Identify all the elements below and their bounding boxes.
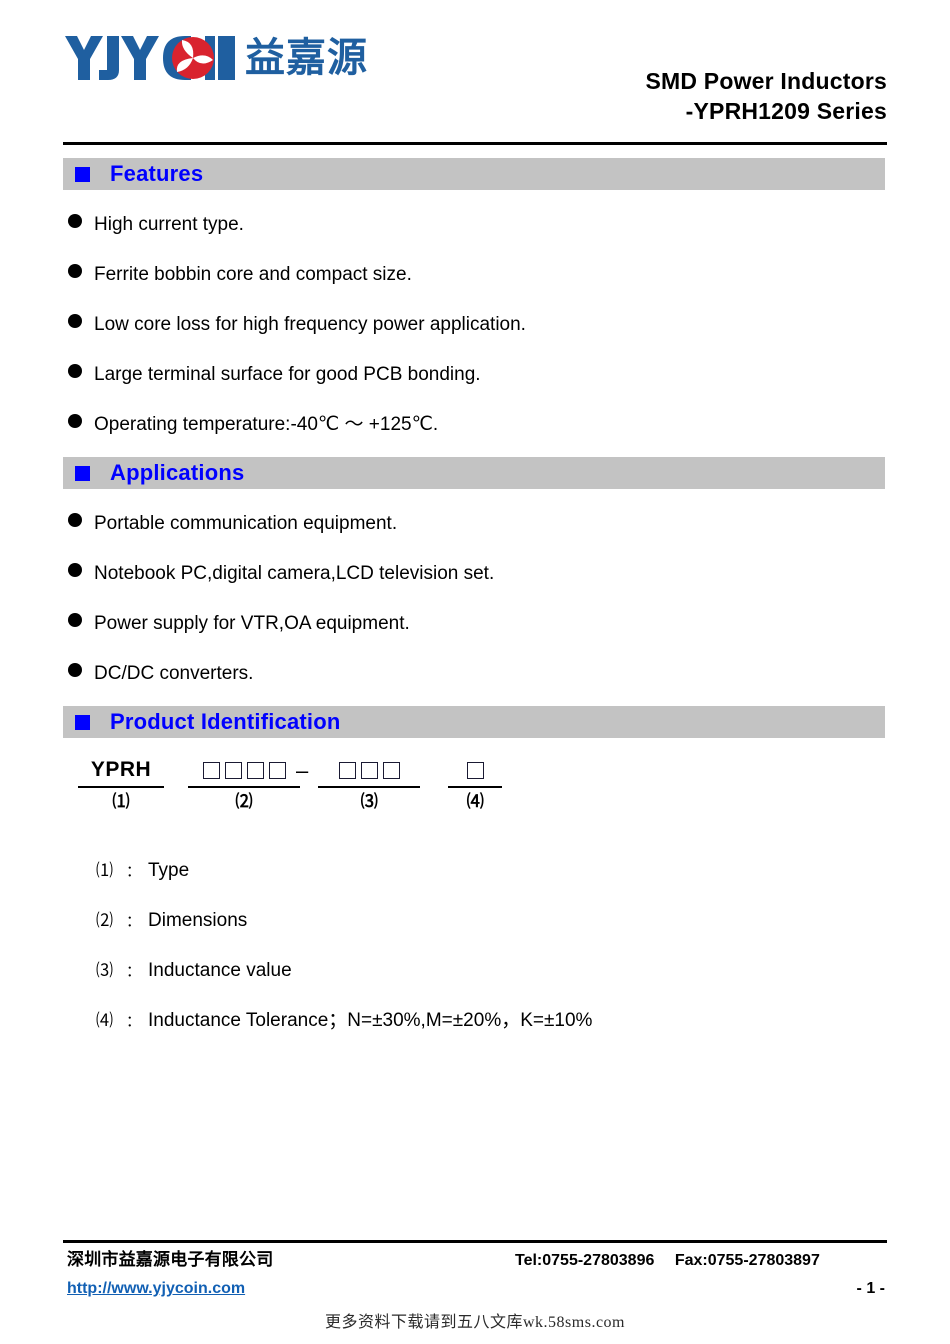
code-box: [466, 761, 484, 779]
list-item-label: Ferrite bobbin core and compact size.: [94, 264, 412, 285]
legend-label: Inductance value: [148, 960, 292, 981]
download-watermark: 更多资料下载请到五八文库wk.58sms.com: [324, 1314, 625, 1331]
company-logo: 益嘉源: [63, 30, 368, 86]
yjycoin-logo-icon: [63, 30, 235, 86]
page-title: SMD Power Inductors -YPRH1209 Series: [646, 66, 888, 126]
legend-item: ⑴ ： Type: [96, 858, 876, 908]
section-header-features: Features: [63, 158, 885, 190]
page-title-line1: SMD Power Inductors: [645, 68, 887, 94]
list-item: Portable communication equipment.: [68, 511, 888, 561]
datasheet-page: 益嘉源 SMD Power Inductors -YPRH1209 Series…: [0, 0, 950, 1344]
legend-ref-number: ⑴: [96, 861, 113, 880]
code-box: [202, 761, 220, 779]
part-number-ref-label: ⑵: [235, 792, 253, 811]
legend-colon: ：: [126, 863, 142, 880]
bullet-dot-icon: [68, 414, 82, 428]
part-number-diagram: YPRH ⑴ ⑵ – ⑶ ⑷: [78, 757, 524, 812]
part-number-legend: ⑴ ： Type ⑵ ： Dimensions ⑶ ： Inductance v…: [96, 858, 876, 1058]
legend-label: Inductance Tolerance；N=±30%,M=±20%，K=±10…: [148, 1010, 593, 1031]
list-item: Ferrite bobbin core and compact size.: [68, 262, 888, 312]
code-box: [338, 761, 356, 779]
part-number-slot: [448, 757, 503, 788]
legend-label: Dimensions: [148, 910, 248, 931]
list-item-label: Low core loss for high frequency power a…: [94, 314, 526, 335]
applications-list: Portable communication equipment. Notebo…: [68, 511, 888, 711]
section-title-features: Features: [110, 161, 204, 186]
footer-tel: Tel:0755-27803896: [515, 1252, 655, 1269]
part-number-ref-label: ⑴: [112, 792, 130, 811]
features-list: High current type. Ferrite bobbin core a…: [68, 212, 888, 462]
legend-label: Type: [148, 860, 190, 881]
legend-ref-number: ⑵: [96, 911, 113, 930]
bullet-dot-icon: [68, 563, 82, 577]
page-title-line2: -YPRH1209 Series: [685, 98, 887, 124]
legend-colon: ：: [126, 963, 142, 980]
list-item: Large terminal surface for good PCB bond…: [68, 362, 888, 412]
list-item: DC/DC converters.: [68, 661, 888, 711]
legend-colon: ：: [126, 1013, 142, 1030]
footer-contact: Tel:0755-27803896 Fax:0755-27803897: [515, 1250, 836, 1272]
part-number-boxes: [466, 761, 484, 779]
header-divider: [63, 142, 887, 145]
part-number-separator: –: [296, 758, 309, 783]
part-number-boxes: [338, 761, 400, 779]
list-item-label: Power supply for VTR,OA equipment.: [94, 613, 410, 634]
legend-item: ⑶ ： Inductance value: [96, 958, 876, 1008]
legend-item: ⑷ ： Inductance Tolerance；N=±30%,M=±20%，K…: [96, 1008, 876, 1058]
part-number-group-3: ⑶: [318, 757, 421, 812]
list-item-label: DC/DC converters.: [94, 663, 254, 684]
section-header-applications: Applications: [63, 457, 885, 489]
page-footer: 深圳市益嘉源电子有限公司 Tel:0755-27803896 Fax:0755-…: [63, 1248, 887, 1308]
bullet-dot-icon: [68, 264, 82, 278]
list-item-label: Portable communication equipment.: [94, 513, 398, 534]
list-item: Notebook PC,digital camera,LCD televisio…: [68, 561, 888, 611]
part-number-slot: [318, 757, 421, 788]
page-header: 益嘉源 SMD Power Inductors -YPRH1209 Series: [63, 22, 887, 127]
bullet-dot-icon: [68, 364, 82, 378]
part-number-prefix: YPRH: [90, 758, 152, 781]
part-number-boxes: [202, 761, 286, 779]
code-box: [382, 761, 400, 779]
blue-square-icon: [75, 714, 90, 730]
code-box: [246, 761, 264, 779]
blue-square-icon: [75, 166, 90, 182]
bullet-dot-icon: [68, 613, 82, 627]
legend-ref-number: ⑷: [96, 1011, 113, 1030]
part-number-group-2: ⑵: [188, 757, 300, 812]
company-logo-chinese: 益嘉源: [245, 35, 368, 81]
footer-fax: Fax:0755-27803897: [674, 1252, 820, 1269]
page-number: - 1 -: [856, 1280, 885, 1297]
bullet-dot-icon: [68, 663, 82, 677]
legend-colon: ：: [126, 913, 142, 930]
list-item: Low core loss for high frequency power a…: [68, 312, 888, 362]
list-item: Power supply for VTR,OA equipment.: [68, 611, 888, 661]
bullet-dot-icon: [68, 314, 82, 328]
list-item: Operating temperature:-40℃ ～ +125℃.: [68, 412, 888, 462]
list-item-label: High current type.: [94, 214, 244, 235]
part-number-ref-label: ⑷: [466, 792, 484, 811]
list-item: High current type.: [68, 212, 888, 262]
part-number-group-1: YPRH ⑴: [78, 757, 164, 812]
list-item-label: Notebook PC,digital camera,LCD televisio…: [94, 563, 495, 584]
legend-ref-number: ⑶: [96, 961, 113, 980]
list-item-label: Operating temperature:-40℃ ～ +125℃.: [94, 414, 439, 435]
list-item-label: Large terminal surface for good PCB bond…: [94, 364, 481, 385]
bullet-dot-icon: [68, 214, 82, 228]
footer-website-link[interactable]: http://www.yjycoin.com: [67, 1278, 245, 1300]
code-box: [224, 761, 242, 779]
part-number-slot: [188, 757, 300, 788]
part-number-group-4: ⑷: [448, 757, 503, 812]
part-number-ref-label: ⑶: [360, 792, 378, 811]
section-title-product-identification: Product Identification: [110, 709, 341, 734]
section-header-product-identification: Product Identification: [63, 706, 885, 738]
part-number-slot: YPRH: [78, 757, 164, 788]
code-box: [268, 761, 286, 779]
bullet-dot-icon: [68, 513, 82, 527]
legend-item: ⑵ ： Dimensions: [96, 908, 876, 958]
blue-square-icon: [75, 465, 90, 481]
section-title-applications: Applications: [110, 460, 245, 485]
footer-company-name: 深圳市益嘉源电子有限公司: [67, 1250, 274, 1270]
code-box: [360, 761, 378, 779]
footer-divider: [63, 1240, 887, 1243]
